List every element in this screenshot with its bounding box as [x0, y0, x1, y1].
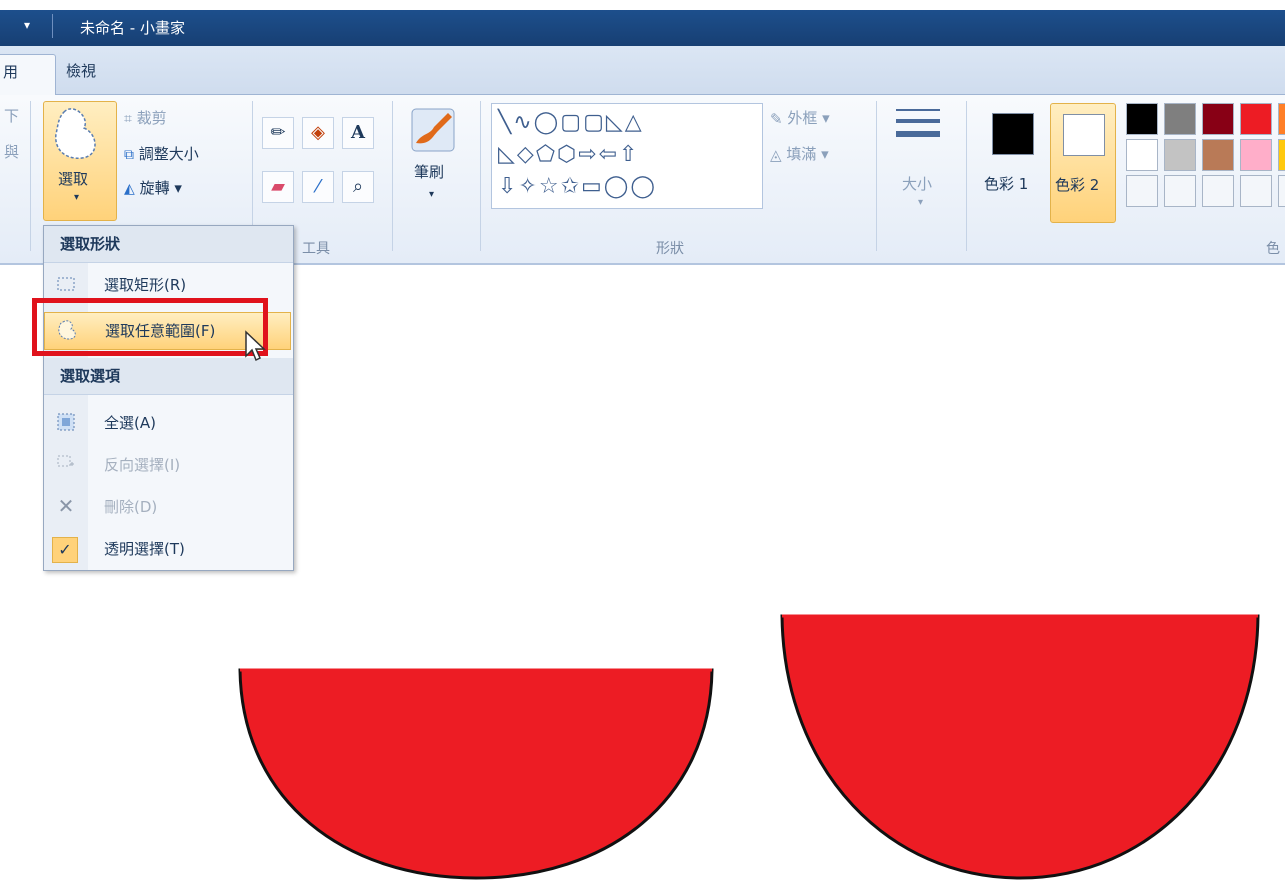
- invert-selection-icon: [56, 454, 76, 474]
- chevron-down-icon: ▾: [74, 192, 80, 203]
- rectangle-selection-icon: [56, 274, 76, 294]
- chevron-down-icon: ▾: [429, 189, 435, 200]
- resize-button[interactable]: ⧉ 調整大小: [124, 143, 199, 164]
- tab-view[interactable]: 檢視: [52, 54, 110, 94]
- text-tool-icon[interactable]: A: [342, 117, 374, 149]
- freeform-selection-icon: [55, 108, 96, 159]
- shapes-row-1[interactable]: ╲∿◯▢▢◺△: [498, 110, 644, 135]
- left-red-semicircle: [238, 668, 714, 880]
- fill-label: 填滿 ▾: [786, 145, 829, 163]
- palette-swatch-gold[interactable]: [1278, 139, 1285, 171]
- color-2-swatch: [1063, 114, 1105, 156]
- title-separator: [52, 14, 53, 38]
- menu-item-label: 透明選擇(T): [104, 540, 185, 558]
- palette-swatch-empty[interactable]: [1278, 175, 1285, 207]
- brush-icon: [411, 108, 455, 152]
- palette-swatch-dark-red[interactable]: [1202, 103, 1234, 135]
- palette-swatch-red[interactable]: [1240, 103, 1272, 135]
- shapes-group-label: 形狀: [656, 241, 684, 257]
- palette-swatch-empty[interactable]: [1202, 175, 1234, 207]
- select-all-icon: [56, 412, 76, 432]
- pencil-icon[interactable]: ✏: [262, 117, 294, 149]
- menu-item-label: 全選(A): [104, 414, 156, 432]
- color-1-swatch: [992, 113, 1034, 155]
- rotate-label: 旋轉 ▾: [139, 179, 182, 197]
- group-separator: [480, 101, 481, 251]
- eraser-icon[interactable]: ▰: [262, 171, 294, 203]
- palette-swatch-gray[interactable]: [1164, 103, 1196, 135]
- palette-swatch-black[interactable]: [1126, 103, 1158, 135]
- shapes-gallery[interactable]: ╲∿◯▢▢◺△ ◺◇⬠⬡⇨⇦⇧ ⇩✧☆✩▭◯◯: [491, 103, 763, 209]
- select-button[interactable]: 選取 ▾: [43, 101, 117, 221]
- group-separator: [30, 101, 31, 251]
- palette-swatch-white[interactable]: [1126, 139, 1158, 171]
- menu-item-label: 反向選擇(I): [104, 456, 181, 474]
- menu-item-transparent-selection[interactable]: ✓ 透明選擇(T): [44, 530, 293, 568]
- crop-icon: ⌗: [124, 110, 132, 127]
- palette-swatch-empty[interactable]: [1240, 175, 1272, 207]
- checkmark-icon: ✓: [52, 537, 78, 563]
- color-1-button[interactable]: 色彩 1: [980, 103, 1044, 221]
- outline-icon: ✎: [770, 109, 783, 128]
- title-bar: ▾ 未命名 - 小畫家: [0, 0, 1285, 46]
- menu-item-invert-selection[interactable]: 反向選擇(I): [44, 446, 293, 484]
- chevron-down-icon: ▾: [918, 197, 924, 208]
- resize-label: 調整大小: [138, 145, 199, 163]
- fill-bucket-icon[interactable]: ◈: [302, 117, 334, 149]
- tab-home[interactable]: 用: [0, 54, 56, 95]
- select-button-label: 選取: [58, 170, 89, 188]
- select-dropdown-menu: 選取形狀 選取矩形(R) 選取任意範圍(F) 選取選項 全選(A) 反向選擇(I…: [43, 225, 294, 571]
- menu-item-delete[interactable]: ✕ 刪除(D): [44, 488, 293, 526]
- palette-swatch-light-gray[interactable]: [1164, 139, 1196, 171]
- quick-access-dropdown[interactable]: ▾: [24, 18, 30, 32]
- outline-label: 外框 ▾: [787, 109, 830, 127]
- window-title: 未命名 - 小畫家: [80, 19, 185, 37]
- outline-button[interactable]: ✎ 外框 ▾: [770, 107, 830, 128]
- crop-button[interactable]: ⌗ 裁剪: [124, 107, 167, 128]
- menu-item-select-all[interactable]: 全選(A): [44, 404, 293, 442]
- palette-swatch-orange[interactable]: [1278, 103, 1285, 135]
- highlight-annotation-box: [32, 298, 268, 356]
- palette-swatch-empty[interactable]: [1164, 175, 1196, 207]
- palette-swatch-empty[interactable]: [1126, 175, 1158, 207]
- color-picker-icon[interactable]: ⁄: [302, 171, 334, 203]
- crop-label: 裁剪: [136, 109, 167, 127]
- brushes-label: 筆刷: [414, 163, 445, 181]
- brushes-button[interactable]: 筆刷 ▾: [402, 101, 464, 219]
- tools-group-label: 工具: [302, 241, 330, 257]
- fill-icon: ◬: [770, 145, 782, 164]
- palette-swatch-brown[interactable]: [1202, 139, 1234, 171]
- resize-icon: ⧉: [124, 146, 134, 163]
- rotate-button[interactable]: ◭ 旋轉 ▾: [124, 177, 182, 198]
- magnifier-icon[interactable]: ⌕: [342, 171, 374, 203]
- clipboard-partial-label-2: 與: [4, 143, 20, 161]
- delete-icon: ✕: [57, 494, 75, 518]
- colors-group-label: 色: [1266, 241, 1280, 257]
- mouse-cursor-icon: [245, 330, 266, 362]
- group-separator: [966, 101, 967, 251]
- fill-button[interactable]: ◬ 填滿 ▾: [770, 143, 829, 164]
- color-2-label: 色彩 2: [1055, 176, 1100, 194]
- size-button[interactable]: 大小 ▾: [886, 101, 956, 219]
- group-separator: [392, 101, 393, 251]
- shapes-row-2[interactable]: ◺◇⬠⬡⇨⇦⇧: [498, 142, 639, 167]
- right-red-semicircle: [780, 614, 1260, 880]
- menu-item-label: 刪除(D): [104, 498, 158, 516]
- line-size-icon: [896, 109, 940, 137]
- menu-header-shape: 選取形狀: [44, 226, 293, 263]
- rotate-icon: ◭: [124, 180, 135, 197]
- color-2-button[interactable]: 色彩 2: [1050, 103, 1116, 223]
- color-1-label: 色彩 1: [984, 175, 1029, 193]
- size-label: 大小: [902, 175, 933, 193]
- clipboard-partial-label-1: 下: [4, 107, 20, 125]
- shapes-row-3[interactable]: ⇩✧☆✩▭◯◯: [498, 174, 657, 199]
- ribbon-tab-row: 用 檢視: [0, 46, 1285, 95]
- group-separator: [876, 101, 877, 251]
- palette-swatch-pink[interactable]: [1240, 139, 1272, 171]
